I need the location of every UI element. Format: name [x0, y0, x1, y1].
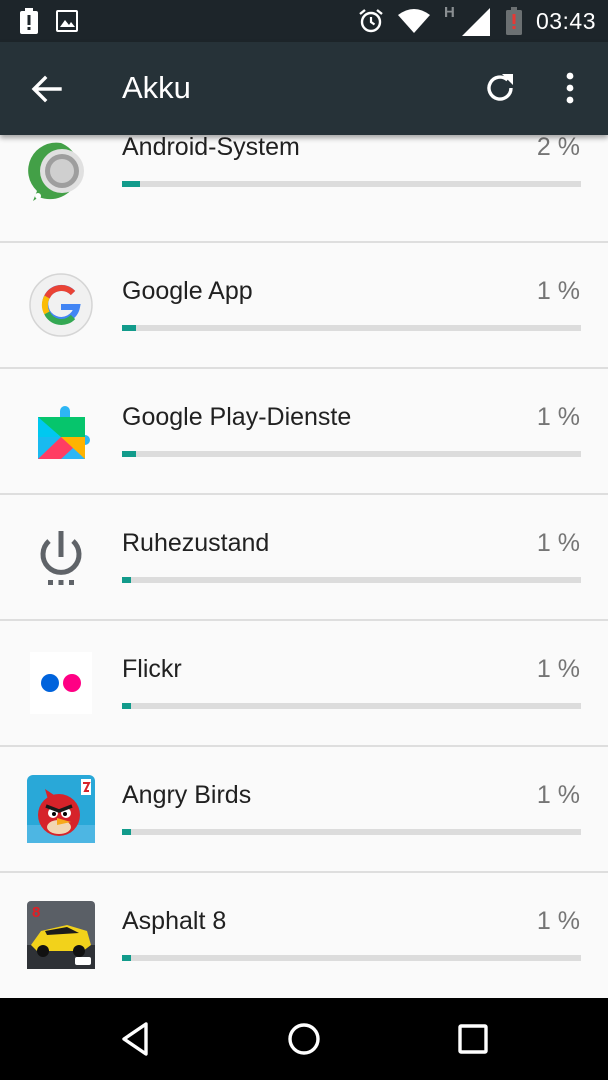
app-name: Google App: [122, 277, 253, 305]
usage-bar: [122, 829, 581, 835]
usage-bar-fill: [122, 829, 132, 835]
more-vert-icon[interactable]: [555, 70, 585, 106]
page-title: Akku: [122, 70, 191, 105]
app-percent: 1 %: [536, 781, 580, 809]
battery-low-icon: [505, 7, 522, 35]
list-item[interactable]: Google Play-Dienste 1 %: [0, 369, 608, 495]
list-item[interactable]: Android-System 2 %: [0, 135, 608, 243]
app-percent: 1 %: [536, 277, 580, 305]
list-item[interactable]: Flickr 1 %: [0, 621, 608, 747]
list-item[interactable]: Ruhezustand 1 %: [0, 495, 608, 621]
back-arrow-icon[interactable]: [30, 72, 64, 106]
usage-bar-fill: [122, 577, 132, 583]
app-percent: 1 %: [536, 655, 580, 683]
usage-bar: [122, 955, 581, 961]
usage-bar-fill: [122, 703, 132, 709]
list-item[interactable]: Google App 1 %: [0, 243, 608, 369]
svg-text:8: 8: [32, 904, 40, 921]
app-percent: 1 %: [536, 907, 580, 935]
list-item[interactable]: Angry Birds 1 %: [0, 747, 608, 873]
usage-bar: [122, 181, 581, 187]
app-percent: 2 %: [536, 135, 580, 161]
app-name: Asphalt 8: [122, 907, 227, 935]
alarm-icon: [359, 9, 383, 33]
recents-square-icon[interactable]: [453, 1019, 493, 1059]
app-name: Android-System: [122, 135, 300, 161]
usage-bar: [122, 451, 581, 457]
android-system-icon: [28, 142, 84, 201]
google-app-icon: [29, 273, 93, 337]
usage-bar-fill: [122, 181, 141, 187]
app-percent: 1 %: [536, 403, 580, 431]
app-toolbar: Akku: [0, 42, 608, 135]
image-notification-icon: [56, 10, 78, 32]
angry-birds-icon: [27, 775, 95, 843]
home-circle-icon[interactable]: [284, 1019, 324, 1059]
refresh-icon[interactable]: [482, 70, 518, 106]
cellular-signal-icon: [461, 8, 490, 36]
app-percent: 1 %: [536, 529, 580, 557]
usage-bar-fill: [122, 451, 136, 457]
wifi-icon: [397, 9, 430, 33]
usage-bar: [122, 703, 581, 709]
usage-bar: [122, 325, 581, 331]
app-name: Google Play-Dienste: [122, 403, 352, 431]
flickr-icon: [30, 652, 92, 714]
navigation-bar: [0, 998, 608, 1080]
usage-bar: [122, 577, 581, 583]
google-play-services-icon: [38, 406, 90, 459]
alert-icon: [20, 8, 38, 34]
usage-bar-fill: [122, 955, 132, 961]
app-name: Flickr: [122, 655, 182, 683]
clock: 03:43: [535, 7, 596, 34]
status-bar: H 03:43: [0, 0, 608, 42]
app-name: Ruhezustand: [122, 529, 270, 557]
battery-usage-list: Android-System 2 % Google App 1 % Google…: [0, 135, 608, 998]
asphalt-8-icon: 8: [27, 901, 95, 969]
usage-bar-fill: [122, 325, 136, 331]
back-triangle-icon[interactable]: [116, 1019, 156, 1059]
list-item[interactable]: 8 Asphalt 8 1 %: [0, 873, 608, 998]
network-type-label: H: [443, 4, 455, 21]
power-idle-icon: [40, 531, 82, 585]
app-name: Angry Birds: [122, 781, 252, 809]
